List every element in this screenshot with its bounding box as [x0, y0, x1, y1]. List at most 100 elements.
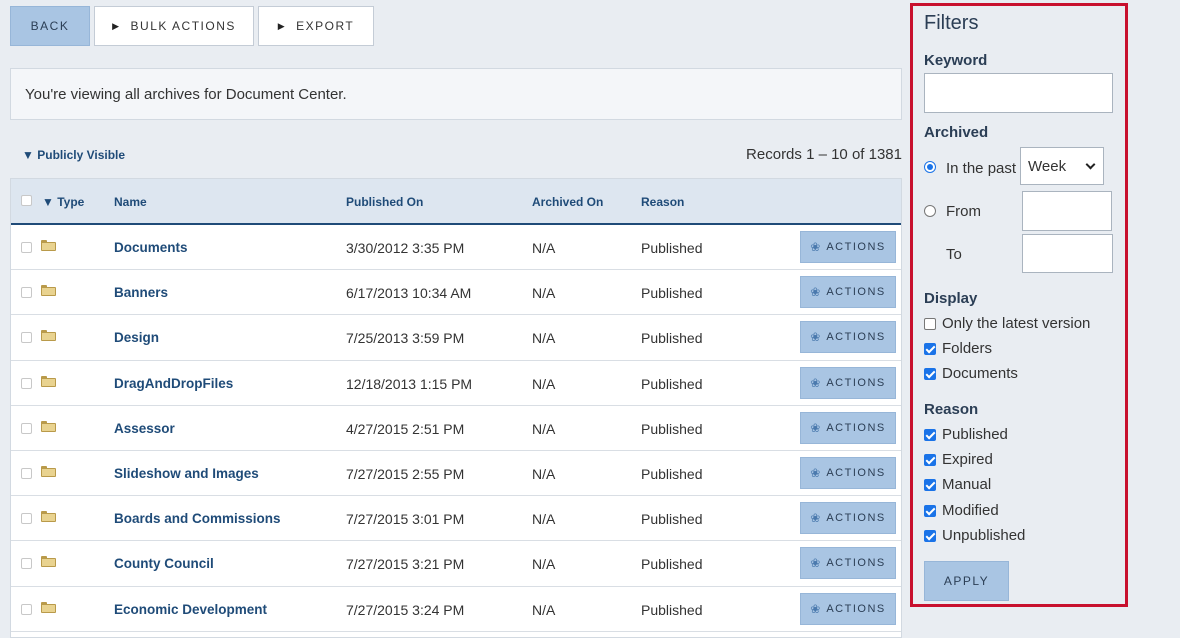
row-archived-on: N/A [532, 420, 556, 437]
export-button[interactable]: ▶ EXPORT [258, 6, 374, 46]
row-name-link[interactable]: Banners [114, 285, 168, 300]
gear-icon: ❀ [810, 330, 821, 345]
row-published-on: 7/27/2015 3:01 PM [346, 511, 465, 528]
row-checkbox[interactable] [21, 332, 32, 344]
published-on-column-header[interactable]: Published On [346, 195, 423, 209]
play-triangle-icon: ▶ [277, 20, 287, 31]
reason-checkbox[interactable] [924, 529, 936, 542]
row-name-link[interactable]: Economic Development [114, 602, 267, 617]
row-name-link[interactable]: Slideshow and Images [114, 466, 259, 481]
row-checkbox[interactable] [21, 242, 32, 253]
archives-table: ▼ Type Name Published On Archived On Rea… [10, 178, 902, 638]
row-actions-button[interactable]: ❀ ACTIONS [800, 276, 896, 309]
display-checkbox[interactable] [924, 368, 936, 381]
table-row: Assessor 4/27/2015 2:51 PM N/A Published ❀ AC… [11, 406, 901, 451]
row-name-link[interactable]: Boards and Commissions [114, 511, 281, 526]
from-date-input[interactable] [1022, 191, 1112, 231]
row-actions-button[interactable]: ❀ ACTIONS [800, 547, 896, 580]
gear-icon: ❀ [810, 465, 821, 480]
table-row: Documents 3/30/2012 3:35 PM N/A Published ❀ A… [11, 225, 901, 271]
row-published-on: 4/27/2015 2:51 PM [346, 420, 465, 437]
publicly-visible-label: Publicly Visible [37, 148, 126, 162]
row-published-on: 7/27/2015 3:21 PM [346, 556, 465, 573]
period-select[interactable]: Week [1020, 147, 1104, 185]
row-name-link[interactable]: Assessor [114, 421, 175, 436]
reason-label: Reason [924, 401, 979, 418]
from-label: From [946, 203, 981, 220]
row-actions-label: ACTIONS [826, 241, 886, 253]
row-actions-label: ACTIONS [826, 421, 886, 434]
row-published-on: 12/18/2013 1:15 PM [346, 375, 473, 392]
folder-icon [41, 420, 56, 432]
back-button[interactable]: BACK [10, 6, 90, 46]
row-reason: Published [641, 601, 703, 618]
row-reason: Published [641, 556, 703, 573]
reason-option-label: Manual [942, 476, 992, 494]
folder-icon [41, 511, 56, 523]
display-checkbox[interactable] [924, 318, 936, 330]
row-actions-button[interactable]: ❀ ACTIONS [800, 231, 896, 263]
reason-checkbox[interactable] [924, 504, 936, 517]
row-checkbox[interactable] [21, 603, 32, 615]
row-name-link[interactable]: County Council [114, 556, 214, 571]
table-header: ▼ Type Name Published On Archived On Rea… [11, 179, 901, 225]
reason-option-label: Unpublished [942, 526, 1026, 544]
row-checkbox[interactable] [21, 377, 32, 389]
keyword-input[interactable] [924, 73, 1113, 113]
row-actions-button[interactable]: ❀ ACTIONS [800, 366, 896, 399]
archive-info-text: You're viewing all archives for Document… [25, 85, 347, 103]
row-actions-button[interactable]: ❀ ACTIONS [800, 411, 896, 444]
row-actions-label: ACTIONS [826, 602, 886, 615]
gear-icon: ❀ [810, 240, 821, 254]
archived-label: Archived [924, 124, 989, 141]
reason-checkbox[interactable] [924, 429, 936, 441]
display-checkbox[interactable] [924, 343, 936, 356]
folder-icon [41, 375, 56, 387]
to-date-input[interactable] [1022, 234, 1113, 273]
table-body: Documents 3/30/2012 3:35 PM N/A Published ❀ A… [11, 225, 901, 632]
play-triangle-icon: ▶ [112, 20, 121, 31]
row-actions-button[interactable]: ❀ ACTIONS [800, 502, 896, 535]
bulk-actions-label: BULK ACTIONS [130, 19, 236, 33]
folder-icon [41, 285, 56, 297]
bulk-actions-button[interactable]: ▶ BULK ACTIONS [94, 6, 254, 46]
type-column-header[interactable]: ▼ Type [42, 195, 84, 209]
in-the-past-radio[interactable] [924, 161, 936, 173]
keyword-label: Keyword [924, 52, 988, 69]
row-actions-label: ACTIONS [826, 466, 886, 479]
row-reason: Published [641, 420, 703, 437]
row-published-on: 7/27/2015 3:24 PM [346, 601, 465, 618]
row-actions-button[interactable]: ❀ ACTIONS [800, 592, 896, 625]
row-checkbox[interactable] [21, 287, 32, 299]
archived-on-column-header[interactable]: Archived On [532, 195, 603, 209]
apply-button[interactable]: APPLY [924, 561, 1009, 601]
publicly-visible-toggle[interactable]: ▼ Publicly Visible [22, 148, 125, 162]
row-reason: Published [641, 375, 703, 392]
row-checkbox[interactable] [21, 513, 32, 525]
display-label: Display [924, 290, 978, 307]
row-actions-button[interactable]: ❀ ACTIONS [800, 321, 896, 354]
name-column-header[interactable]: Name [114, 195, 147, 209]
table-row: DragAndDropFiles 12/18/2013 1:15 PM N/A Pub… [11, 361, 901, 406]
period-selected-value: Week [1028, 157, 1067, 175]
select-all-checkbox[interactable] [21, 195, 32, 206]
reason-checkbox[interactable] [924, 454, 936, 467]
from-radio[interactable] [924, 205, 936, 217]
row-name-link[interactable]: DragAndDropFiles [114, 376, 233, 391]
reason-column-header[interactable]: Reason [641, 195, 684, 209]
table-row: Boards and Commissions 7/27/2015 3:01 PM N… [11, 496, 901, 542]
row-name-link[interactable]: Design [114, 330, 159, 345]
row-actions-button[interactable]: ❀ ACTIONS [800, 456, 896, 489]
records-count: Records 1 – 10 of 1381 [746, 146, 902, 163]
row-checkbox[interactable] [21, 422, 32, 434]
folder-icon [41, 240, 56, 251]
folder-icon [41, 465, 56, 477]
reason-checkbox[interactable] [924, 479, 936, 492]
row-checkbox[interactable] [21, 558, 32, 570]
type-header-label: Type [57, 195, 85, 209]
display-option-label: Folders [942, 340, 993, 358]
row-checkbox[interactable] [21, 467, 32, 479]
row-reason: Published [641, 511, 703, 528]
row-archived-on: N/A [532, 511, 556, 528]
row-name-link[interactable]: Documents [114, 240, 188, 255]
